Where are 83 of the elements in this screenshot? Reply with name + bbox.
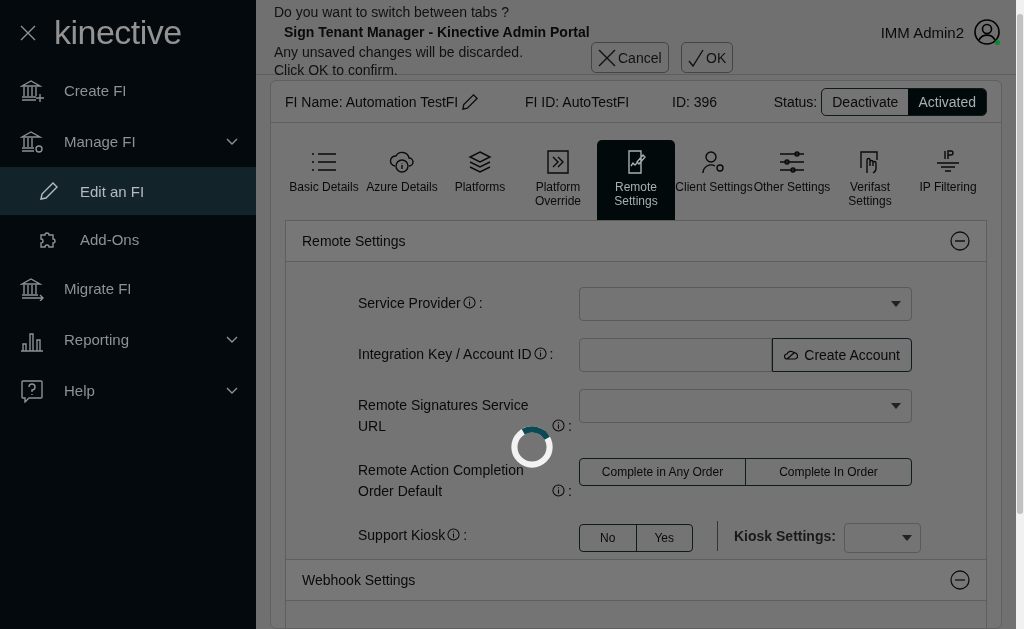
tab[interactable]: Client Settings: [675, 140, 753, 220]
dialog-message: Any unsaved changes will be discarded.: [274, 44, 524, 60]
sidebar-item[interactable]: Help: [0, 365, 256, 416]
sliders-icon: [779, 150, 805, 174]
field-label: Service Provider: [358, 294, 461, 313]
info-icon[interactable]: [533, 347, 547, 360]
info-icon[interactable]: [462, 296, 476, 309]
status-label: Status:: [773, 93, 818, 110]
field-colon: :: [478, 295, 483, 311]
field-label: Support Kiosk: [358, 526, 446, 545]
sidebar-subitem[interactable]: Add-Ons: [0, 215, 256, 263]
cloud-info-icon: [389, 150, 415, 174]
sidebar-item[interactable]: Create FI: [0, 65, 256, 116]
fi-name: FI Name: Automation TestFI: [285, 93, 459, 110]
tab[interactable]: Basic Details: [285, 140, 363, 220]
network-filter-icon: [935, 150, 961, 174]
chevron-down-icon[interactable]: [226, 137, 238, 146]
chevron-down-icon[interactable]: [226, 386, 238, 395]
toggle-option[interactable]: Complete In Order: [745, 459, 911, 485]
sidebar-item[interactable]: Migrate FI: [0, 263, 256, 314]
checkmark-icon: [688, 48, 704, 67]
cloud-icon: [784, 350, 799, 360]
dropdown-field[interactable]: [579, 389, 912, 423]
field-colon: :: [568, 418, 572, 434]
input-field[interactable]: [579, 338, 773, 372]
dropdown-field[interactable]: [579, 287, 912, 321]
user-name[interactable]: IMM Admin2: [880, 23, 964, 41]
sidebar-item[interactable]: Manage FI: [0, 116, 256, 167]
bank-gear-icon: [20, 129, 44, 154]
field-label: Remote Action Completion Order Default: [358, 461, 525, 501]
tab[interactable]: Azure Details: [363, 140, 441, 220]
bank-arrow-icon: [20, 276, 44, 301]
close-icon[interactable]: [20, 24, 36, 41]
layers-icon: [467, 150, 493, 174]
fi-id: FI ID: AutoTestFI: [525, 93, 631, 110]
info-icon[interactable]: [447, 528, 461, 541]
user-avatar-icon[interactable]: [974, 19, 1000, 45]
tab[interactable]: Platform Override: [519, 140, 597, 220]
status-toggle[interactable]: Activated: [908, 88, 986, 115]
status-toggle[interactable]: Deactivate: [822, 88, 909, 115]
collapse-icon[interactable]: [950, 231, 970, 251]
user-gear-icon: [701, 150, 727, 174]
toggle-option[interactable]: Yes: [635, 525, 692, 551]
fi-number: ID: 396: [672, 93, 719, 110]
tab[interactable]: Platforms: [441, 140, 519, 220]
create-account-button[interactable]: Create Account: [772, 338, 912, 372]
brand-logo: kinective: [54, 13, 182, 52]
page-title: Sign Tenant Manager - Kinective Admin Portal: [284, 24, 590, 40]
close-icon: [598, 48, 616, 67]
dropdown-caret-icon: [901, 535, 912, 541]
scrollbar[interactable]: [1016, 0, 1024, 629]
tab[interactable]: Verifast Settings: [831, 140, 909, 220]
puzzle-icon: [40, 230, 58, 248]
help-bubble-icon: [20, 378, 44, 403]
arrow-box-icon: [545, 150, 571, 174]
ok-button[interactable]: OK: [681, 42, 734, 73]
dialog-message: Do you want to switch between tabs ?: [274, 4, 510, 20]
toggle-option[interactable]: No: [580, 525, 636, 551]
sidebar-item[interactable]: Reporting: [0, 314, 256, 365]
collapse-icon[interactable]: [950, 570, 970, 590]
kiosk-settings-label: Kiosk Settings:: [734, 528, 836, 544]
field-colon: :: [568, 483, 572, 499]
pencil-icon[interactable]: [462, 93, 479, 110]
bank-plus-icon: [20, 78, 44, 103]
tab[interactable]: Remote Settings: [597, 140, 675, 220]
sidebar-subitem[interactable]: Edit an FI: [0, 167, 256, 215]
field-colon: :: [549, 346, 554, 362]
dropdown-caret-icon: [891, 403, 901, 409]
info-icon[interactable]: [552, 419, 565, 432]
dropdown-caret-icon: [891, 301, 901, 307]
dialog-message: Click OK to confirm.: [274, 62, 398, 78]
toggle-option[interactable]: Complete in Any Order: [580, 459, 745, 485]
dropdown-field[interactable]: [843, 523, 921, 553]
field-label: Remote Signatures Service URL: [358, 396, 530, 436]
tab[interactable]: IP Filtering: [909, 140, 987, 220]
list-icon: [311, 150, 337, 174]
cancel-button[interactable]: Cancel: [591, 42, 669, 73]
info-icon[interactable]: [552, 484, 565, 497]
tab[interactable]: Other Settings: [753, 140, 831, 220]
pencil-icon: [40, 182, 58, 200]
field-colon: :: [463, 527, 468, 543]
field-label: Integration Key / Account ID: [358, 345, 532, 364]
chevron-down-icon[interactable]: [226, 335, 238, 344]
